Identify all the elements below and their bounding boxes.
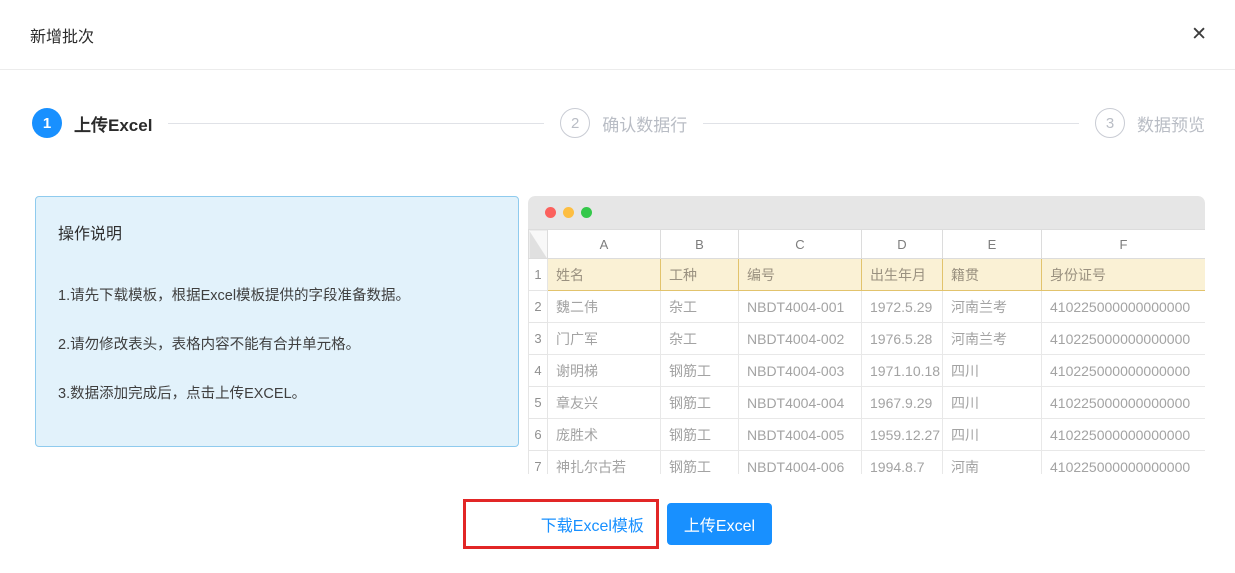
cell: 河南兰考 [943,323,1042,355]
step-connector [703,123,1079,124]
table-row: 7 神扎尔古若 钢筋工 NBDT4004-006 1994.8.7 河南 410… [529,451,1206,475]
step-2-circle: 2 [560,108,590,138]
cell: 四川 [943,387,1042,419]
step-1-label: 上传Excel [74,111,152,136]
cell: 门广军 [548,323,661,355]
cell: NBDT4004-004 [739,387,862,419]
table-row: 3 门广军 杂工 NBDT4004-002 1976.5.28 河南兰考 410… [529,323,1206,355]
field-header-row: 1 姓名 工种 编号 出生年月 籍贯 身份证号 [529,259,1206,291]
window-dot-red-icon [545,207,556,218]
download-excel-template-button[interactable]: 下载Excel模板 [531,504,654,544]
cell: 四川 [943,355,1042,387]
header-cell: 姓名 [548,259,661,291]
cell: 钢筋工 [661,355,739,387]
cell: 1967.9.29 [862,387,943,419]
upload-excel-button[interactable]: 上传Excel [667,503,772,545]
column-letter: B [661,230,739,259]
cell: 1994.8.7 [862,451,943,475]
step-connector [168,123,544,124]
window-dot-yellow-icon [563,207,574,218]
instruction-item: 3.数据添加完成后，点击上传EXCEL。 [58,382,496,403]
cell: 章友兴 [548,387,661,419]
row-number: 6 [529,419,548,451]
header-cell: 出生年月 [862,259,943,291]
header-cell: 工种 [661,259,739,291]
instruction-item: 2.请勿修改表头，表格内容不能有合并单元格。 [58,333,496,354]
cell: 钢筋工 [661,387,739,419]
cell: 410225000000000000 [1042,451,1206,475]
row-number: 3 [529,323,548,355]
header-cell: 籍贯 [943,259,1042,291]
cell: NBDT4004-005 [739,419,862,451]
table-row: 5 章友兴 钢筋工 NBDT4004-004 1967.9.29 四川 4102… [529,387,1206,419]
column-letter: A [548,230,661,259]
dialog-header: 新增批次 ✕ [0,0,1235,70]
cell: 410225000000000000 [1042,387,1206,419]
row-number: 5 [529,387,548,419]
excel-window-titlebar [528,196,1205,229]
cell: 1971.10.18 [862,355,943,387]
table-row: 2 魏二伟 杂工 NBDT4004-001 1972.5.29 河南兰考 410… [529,291,1206,323]
instructions-heading: 操作说明 [58,220,496,244]
red-highlight-box: 下载Excel模板 [463,499,659,549]
cell: NBDT4004-006 [739,451,862,475]
window-dot-green-icon [581,207,592,218]
dialog-content: 操作说明 1.请先下载模板，根据Excel模板提供的字段准备数据。 2.请勿修改… [35,196,1205,474]
column-letter: E [943,230,1042,259]
select-all-corner [529,230,548,259]
cell: NBDT4004-003 [739,355,862,387]
step-3-label: 数据预览 [1137,111,1205,136]
header-cell: 身份证号 [1042,259,1206,291]
cell: 1972.5.29 [862,291,943,323]
step-1-circle: 1 [32,108,62,138]
cell: 杂工 [661,291,739,323]
instruction-item: 1.请先下载模板，根据Excel模板提供的字段准备数据。 [58,284,496,305]
column-letter: D [862,230,943,259]
table-row: 4 谢明梯 钢筋工 NBDT4004-003 1971.10.18 四川 410… [529,355,1206,387]
cell: 钢筋工 [661,451,739,475]
cell: 魏二伟 [548,291,661,323]
row-number: 7 [529,451,548,475]
cell: NBDT4004-001 [739,291,862,323]
cell: 杂工 [661,323,739,355]
close-icon[interactable]: ✕ [1187,21,1211,48]
cell: 410225000000000000 [1042,355,1206,387]
add-batch-dialog: 新增批次 ✕ 1 上传Excel 2 确认数据行 3 数据预览 操作说明 1.请… [0,0,1235,549]
header-cell: 编号 [739,259,862,291]
row-number: 2 [529,291,548,323]
cell: 谢明梯 [548,355,661,387]
cell: 1976.5.28 [862,323,943,355]
step-2-label: 确认数据行 [602,111,687,136]
cell: 庞胜术 [548,419,661,451]
step-data-preview: 3 数据预览 [1095,108,1205,138]
cell: NBDT4004-002 [739,323,862,355]
table-row: 6 庞胜术 钢筋工 NBDT4004-005 1959.12.27 四川 410… [529,419,1206,451]
column-letter: F [1042,230,1206,259]
cell: 河南兰考 [943,291,1042,323]
excel-table: A B C D E F 1 姓名 工种 编号 出生年月 籍贯 身份证号 [528,229,1205,474]
column-letters-row: A B C D E F [529,230,1206,259]
step-3-circle: 3 [1095,108,1125,138]
cell: 神扎尔古若 [548,451,661,475]
dialog-footer: 下载Excel模板 上传Excel [0,499,1235,549]
column-letter: C [739,230,862,259]
cell: 1959.12.27 [862,419,943,451]
row-number: 1 [529,259,548,291]
step-upload-excel: 1 上传Excel [32,108,152,138]
row-number: 4 [529,355,548,387]
cell: 410225000000000000 [1042,291,1206,323]
stepper: 1 上传Excel 2 确认数据行 3 数据预览 [32,108,1205,138]
excel-preview-image: A B C D E F 1 姓名 工种 编号 出生年月 籍贯 身份证号 [528,196,1205,474]
cell: 河南 [943,451,1042,475]
cell: 钢筋工 [661,419,739,451]
cell: 四川 [943,419,1042,451]
step-confirm-rows: 2 确认数据行 [560,108,687,138]
dialog-title: 新增批次 [30,23,94,47]
instructions-panel: 操作说明 1.请先下载模板，根据Excel模板提供的字段准备数据。 2.请勿修改… [35,196,519,447]
cell: 410225000000000000 [1042,419,1206,451]
cell: 410225000000000000 [1042,323,1206,355]
